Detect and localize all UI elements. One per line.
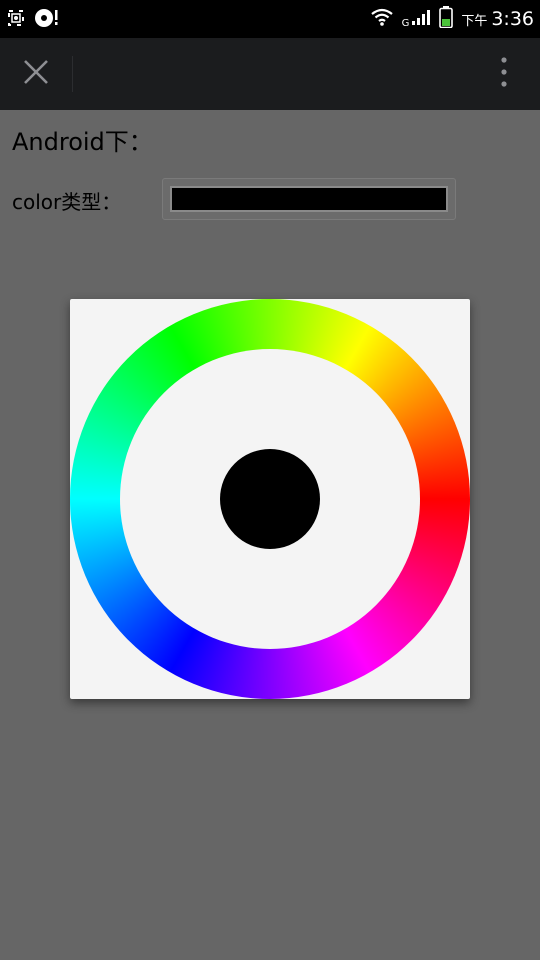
overflow-menu-icon: [500, 56, 508, 92]
page-heading: Android下：: [12, 128, 153, 156]
sync-icon: [34, 7, 60, 33]
wifi-icon: [370, 7, 394, 31]
color-swatch: [170, 186, 448, 212]
signal-icon: [411, 8, 431, 30]
status-bar: G 下午 3:36: [0, 0, 540, 38]
selected-color-circle[interactable]: [220, 449, 320, 549]
close-button[interactable]: [14, 52, 58, 96]
network-type: G: [401, 17, 410, 29]
color-picker-dialog: [70, 299, 470, 699]
overflow-menu-button[interactable]: [494, 52, 514, 96]
close-icon: [23, 59, 49, 89]
color-type-label: color类型：: [12, 190, 122, 214]
battery-icon: [439, 6, 454, 32]
status-time: 3:36: [491, 8, 534, 30]
status-left-icons: [8, 7, 60, 33]
screenshot-icon: [8, 10, 24, 30]
status-right-icons: G 下午 3:36: [370, 0, 534, 38]
status-am-pm: 下午: [461, 13, 488, 29]
toolbar-divider: [72, 56, 73, 92]
toolbar: [0, 38, 540, 110]
color-input-field[interactable]: [162, 178, 456, 220]
